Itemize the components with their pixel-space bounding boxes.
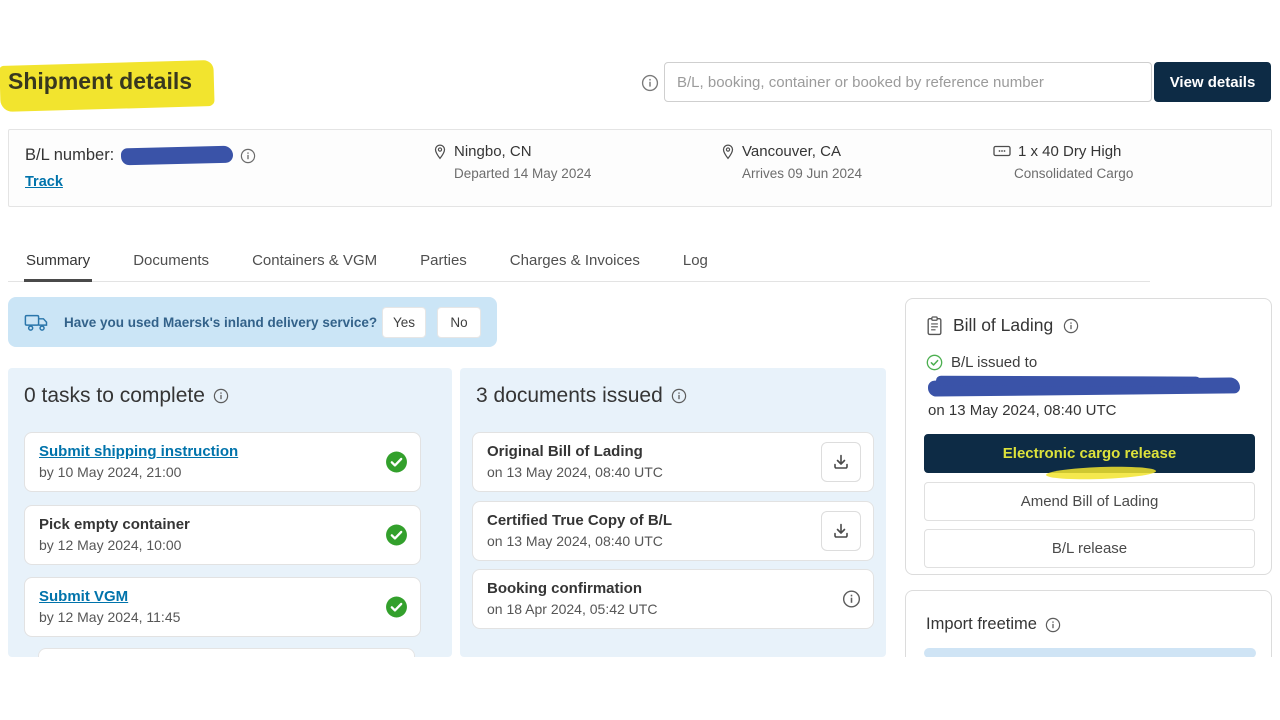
tab-containers-vgm[interactable]: Containers & VGM [250, 252, 379, 281]
document-date: on 13 May 2024, 08:40 UTC [487, 464, 859, 480]
page-title: Shipment details [8, 68, 192, 95]
cargo-block: 1 x 40 Dry High Consolidated Cargo [993, 143, 1133, 181]
task-complete-check-icon [385, 451, 408, 474]
tab-bar: Summary Documents Containers & VGM Parti… [8, 242, 1150, 282]
issued-date: on 13 May 2024, 08:40 UTC [928, 402, 1116, 419]
import-freetime-title: Import freetime [926, 615, 1037, 634]
issued-check-icon [926, 354, 943, 371]
container-icon [993, 144, 1011, 158]
origin-status: Departed 14 May 2024 [454, 166, 591, 181]
task-row: Pick empty container by 12 May 2024, 10:… [24, 505, 421, 565]
tasks-info-icon[interactable] [213, 388, 229, 404]
clipboard-icon [926, 316, 943, 336]
task-row: Submit shipping instruction by 10 May 20… [24, 432, 421, 492]
document-info-icon[interactable] [842, 590, 861, 609]
amend-bill-of-lading-button[interactable]: Amend Bill of Lading [924, 482, 1255, 521]
task-link-submit-vgm[interactable]: Submit VGM [39, 588, 406, 605]
origin-city: Ningbo, CN [454, 143, 532, 160]
tasks-title: 0 tasks to complete [24, 384, 205, 408]
import-freetime-info-icon[interactable] [1045, 617, 1061, 633]
no-button[interactable]: No [437, 307, 481, 338]
issued-to-redacted [928, 377, 1240, 396]
documents-title: 3 documents issued [476, 384, 663, 408]
inland-delivery-banner: Have you used Maersk's inland delivery s… [8, 297, 497, 347]
bill-of-lading-title: Bill of Lading [953, 315, 1053, 336]
cargo-subtitle: Consolidated Cargo [1014, 166, 1133, 181]
truck-icon [24, 313, 50, 332]
electronic-cargo-release-button[interactable]: Electronic cargo release [924, 434, 1255, 473]
documents-info-icon[interactable] [671, 388, 687, 404]
task-due-date: by 12 May 2024, 11:45 [39, 609, 406, 625]
bl-number-redacted [121, 146, 233, 166]
location-pin-icon [721, 144, 735, 160]
bill-of-lading-card: Bill of Lading B/L issued to on 13 May 2… [905, 298, 1272, 575]
document-row: Certified True Copy of B/L on 13 May 202… [472, 501, 874, 561]
yes-button[interactable]: Yes [382, 307, 426, 338]
destination-city: Vancouver, CA [742, 143, 841, 160]
task-complete-check-icon [385, 524, 408, 547]
documents-panel: 3 documents issued Original Bill of Ladi… [460, 368, 886, 657]
tasks-panel: 0 tasks to complete Submit shipping inst… [8, 368, 452, 657]
origin-block: Ningbo, CN Departed 14 May 2024 [433, 143, 591, 181]
document-row: Booking confirmation on 18 Apr 2024, 05:… [472, 569, 874, 629]
task-complete-check-icon [385, 596, 408, 619]
document-row: Original Bill of Lading on 13 May 2024, … [472, 432, 874, 492]
task-title-pick-empty-container: Pick empty container [39, 516, 406, 533]
tab-documents[interactable]: Documents [131, 252, 211, 281]
download-button[interactable] [821, 442, 861, 482]
import-freetime-card: Import freetime [905, 590, 1272, 657]
destination-status: Arrives 09 Jun 2024 [742, 166, 862, 181]
bl-number-label: B/L number: [25, 146, 114, 165]
document-date: on 13 May 2024, 08:40 UTC [487, 533, 859, 549]
tab-log[interactable]: Log [681, 252, 710, 281]
tab-summary[interactable]: Summary [24, 252, 92, 281]
track-link[interactable]: Track [25, 174, 63, 190]
task-due-date: by 12 May 2024, 10:00 [39, 537, 406, 553]
document-title: Certified True Copy of B/L [487, 512, 859, 529]
bill-of-lading-info-icon[interactable] [1063, 318, 1079, 334]
tab-parties[interactable]: Parties [418, 252, 469, 281]
tab-charges-invoices[interactable]: Charges & Invoices [508, 252, 642, 281]
banner-question: Have you used Maersk's inland delivery s… [64, 315, 377, 330]
document-title: Booking confirmation [487, 580, 859, 597]
cargo-title: 1 x 40 Dry High [1018, 143, 1121, 160]
content-bottom-whitespace [0, 657, 1280, 720]
location-pin-icon [433, 144, 447, 160]
issued-status: B/L issued to [951, 354, 1037, 371]
task-due-date: by 10 May 2024, 21:00 [39, 464, 406, 480]
search-info-icon[interactable] [641, 74, 659, 92]
destination-block: Vancouver, CA Arrives 09 Jun 2024 [721, 143, 862, 181]
bl-release-button[interactable]: B/L release [924, 529, 1255, 568]
view-details-button[interactable]: View details [1154, 62, 1271, 102]
search-input[interactable] [664, 62, 1152, 102]
task-row-partial [38, 648, 415, 657]
document-title: Original Bill of Lading [487, 443, 859, 460]
task-row: Submit VGM by 12 May 2024, 11:45 [24, 577, 421, 637]
download-button[interactable] [821, 511, 861, 551]
document-date: on 18 Apr 2024, 05:42 UTC [487, 601, 859, 617]
shipment-header-card: B/L number: Track Ningbo, CN Departed 14… [8, 129, 1272, 207]
bl-info-icon[interactable] [240, 148, 256, 164]
task-link-submit-shipping-instruction[interactable]: Submit shipping instruction [39, 443, 406, 460]
